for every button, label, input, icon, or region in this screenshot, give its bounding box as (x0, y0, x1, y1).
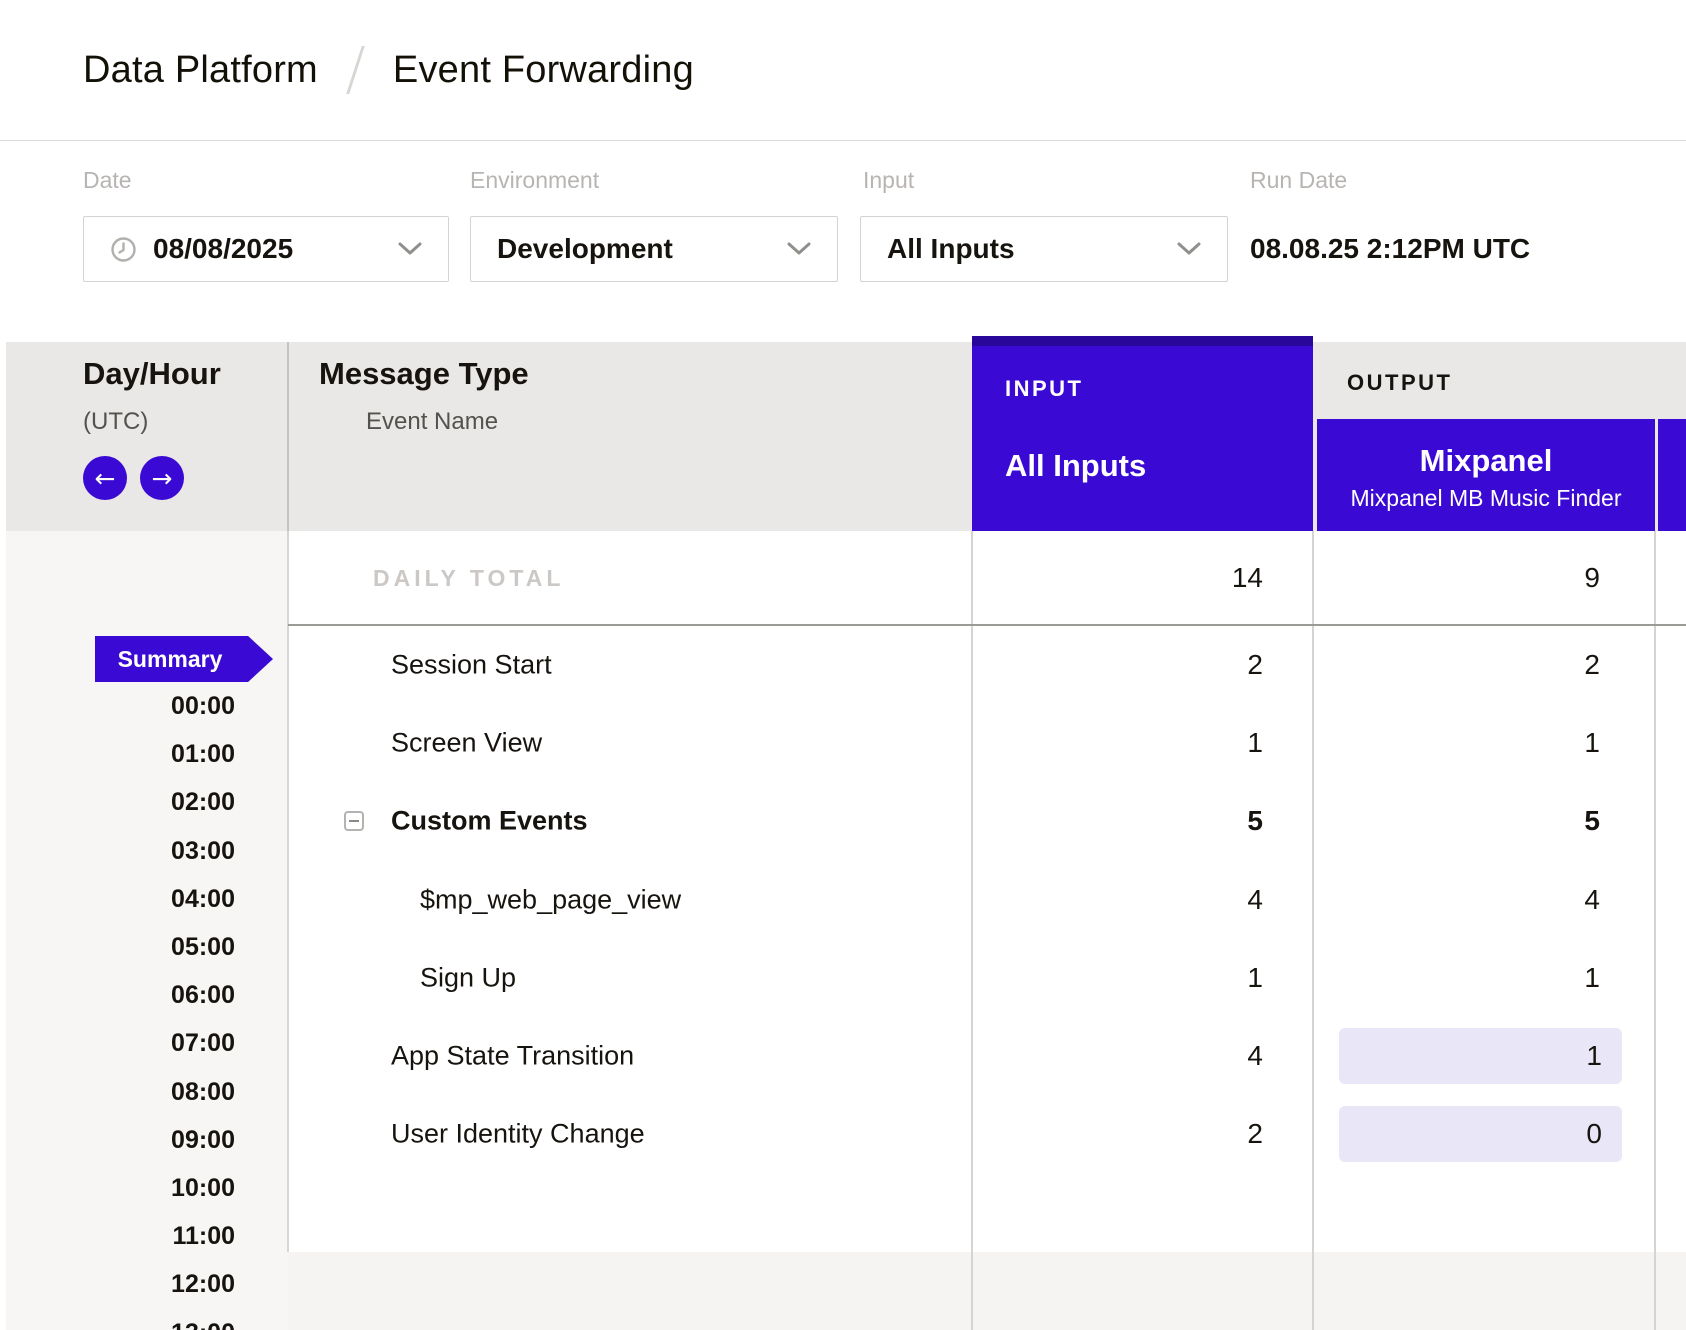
next-output-column-partial[interactable] (1658, 419, 1686, 531)
hour-label[interactable]: 08:00 (0, 1068, 235, 1116)
daily-total-label: DAILY TOTAL (373, 564, 564, 592)
row-output-value: 2 (1313, 649, 1600, 681)
run-date-value: 08.08.25 2:12PM UTC (1250, 231, 1530, 267)
clock-icon (110, 236, 137, 263)
output-subtitle: Mixpanel MB Music Finder (1317, 484, 1655, 512)
output-highlight-cell[interactable]: 1 (1339, 1028, 1622, 1084)
hour-label[interactable]: 01:00 (0, 730, 235, 778)
input-column-header[interactable]: INPUT All Inputs (972, 336, 1313, 531)
top-bar: Data Platform Event Forwarding (0, 0, 1686, 141)
hour-label[interactable]: 00:00 (0, 682, 235, 730)
output-name: Mixpanel (1317, 444, 1655, 478)
row-output-value: 4 (1313, 884, 1600, 916)
hour-label[interactable]: 07:00 (0, 1019, 235, 1067)
message-row: Screen View 1 1 (288, 704, 1686, 782)
row-label: Screen View (391, 728, 542, 759)
row-output-value: 1 (1313, 962, 1600, 994)
output-column-label: OUTPUT (1347, 370, 1452, 396)
hour-label[interactable]: 02:00 (0, 778, 235, 826)
row-output-value: 0 (1586, 1118, 1602, 1150)
message-row: Sign Up 1 1 (288, 939, 1686, 1017)
row-label: $mp_web_page_view (420, 885, 681, 916)
environment-select-value: Development (497, 233, 673, 265)
hour-label[interactable]: 11:00 (0, 1212, 235, 1260)
input-column-label: INPUT (1005, 376, 1313, 402)
row-input-value: 5 (972, 805, 1263, 837)
row-output-value: 5 (1313, 805, 1600, 837)
arrow-right-icon: → (152, 466, 173, 491)
day-hour-timezone: (UTC) (83, 408, 148, 436)
daily-total-input-value: 14 (972, 562, 1263, 594)
next-day-button[interactable]: → (140, 456, 184, 500)
chevron-down-icon (787, 242, 811, 256)
run-date-label: Run Date (1250, 166, 1347, 194)
row-label: App State Transition (391, 1041, 634, 1072)
hour-label[interactable]: 13:00 (0, 1309, 235, 1330)
hour-label[interactable]: 03:00 (0, 827, 235, 875)
date-select-value: 08/08/2025 (153, 233, 293, 265)
message-row: App State Transition 4 1 (288, 1017, 1686, 1095)
hour-label[interactable]: 12:00 (0, 1260, 235, 1308)
breadcrumb: Data Platform Event Forwarding (83, 0, 694, 140)
hour-label[interactable]: 04:00 (0, 875, 235, 923)
input-column-top-strip (972, 336, 1313, 346)
date-select[interactable]: 08/08/2025 (83, 216, 449, 282)
day-hour-header: Day/Hour (83, 356, 221, 392)
hour-label[interactable]: 10:00 (0, 1164, 235, 1212)
event-forwarding-page: Data Platform Event Forwarding Date Envi… (0, 0, 1686, 1330)
date-filter-label: Date (83, 166, 132, 194)
hour-label[interactable]: 09:00 (0, 1116, 235, 1164)
daily-total-output-value: 9 (1313, 562, 1600, 594)
input-select-value: All Inputs (887, 233, 1015, 265)
summary-badge[interactable]: Summary (95, 636, 273, 682)
input-select[interactable]: All Inputs (860, 216, 1228, 282)
chevron-down-icon (1177, 242, 1201, 256)
row-label: User Identity Change (391, 1119, 645, 1150)
column-divider (287, 342, 289, 531)
arrow-left-icon: ← (95, 466, 116, 491)
message-row: $mp_web_page_view 4 4 (288, 861, 1686, 939)
hour-label[interactable]: 06:00 (0, 971, 235, 1019)
row-input-value: 4 (972, 884, 1263, 916)
row-input-value: 2 (972, 649, 1263, 681)
output-highlight-cell[interactable]: 0 (1339, 1106, 1622, 1162)
environment-select[interactable]: Development (470, 216, 838, 282)
hour-label[interactable]: 05:00 (0, 923, 235, 971)
message-row: User Identity Change 2 0 (288, 1095, 1686, 1173)
message-row: Custom Events 5 5 (288, 782, 1686, 860)
event-name-subheader: Event Name (366, 408, 498, 436)
row-input-value: 1 (972, 962, 1263, 994)
message-row: Session Start 2 2 (288, 626, 1686, 704)
minus-icon (349, 820, 359, 823)
breadcrumb-separator (346, 46, 365, 94)
row-label: Sign Up (420, 963, 516, 994)
row-input-value: 4 (972, 1040, 1263, 1072)
row-label: Session Start (391, 650, 552, 681)
chevron-down-icon (398, 242, 422, 256)
breadcrumb-section[interactable]: Data Platform (83, 49, 318, 92)
row-output-value: 1 (1313, 727, 1600, 759)
table-footer-area (288, 1252, 1686, 1330)
output-mixpanel-header[interactable]: Mixpanel Mixpanel MB Music Finder (1317, 419, 1655, 531)
row-output-value: 1 (1586, 1040, 1602, 1072)
collapse-toggle[interactable] (344, 811, 364, 831)
input-filter-label: Input (863, 166, 914, 194)
environment-filter-label: Environment (470, 166, 599, 194)
message-type-header: Message Type (319, 356, 529, 392)
row-input-value: 2 (972, 1118, 1263, 1150)
prev-day-button[interactable]: ← (83, 456, 127, 500)
row-input-value: 1 (972, 727, 1263, 759)
page-title: Event Forwarding (393, 49, 694, 92)
input-column-value: All Inputs (1005, 448, 1313, 484)
row-label: Custom Events (391, 806, 588, 837)
